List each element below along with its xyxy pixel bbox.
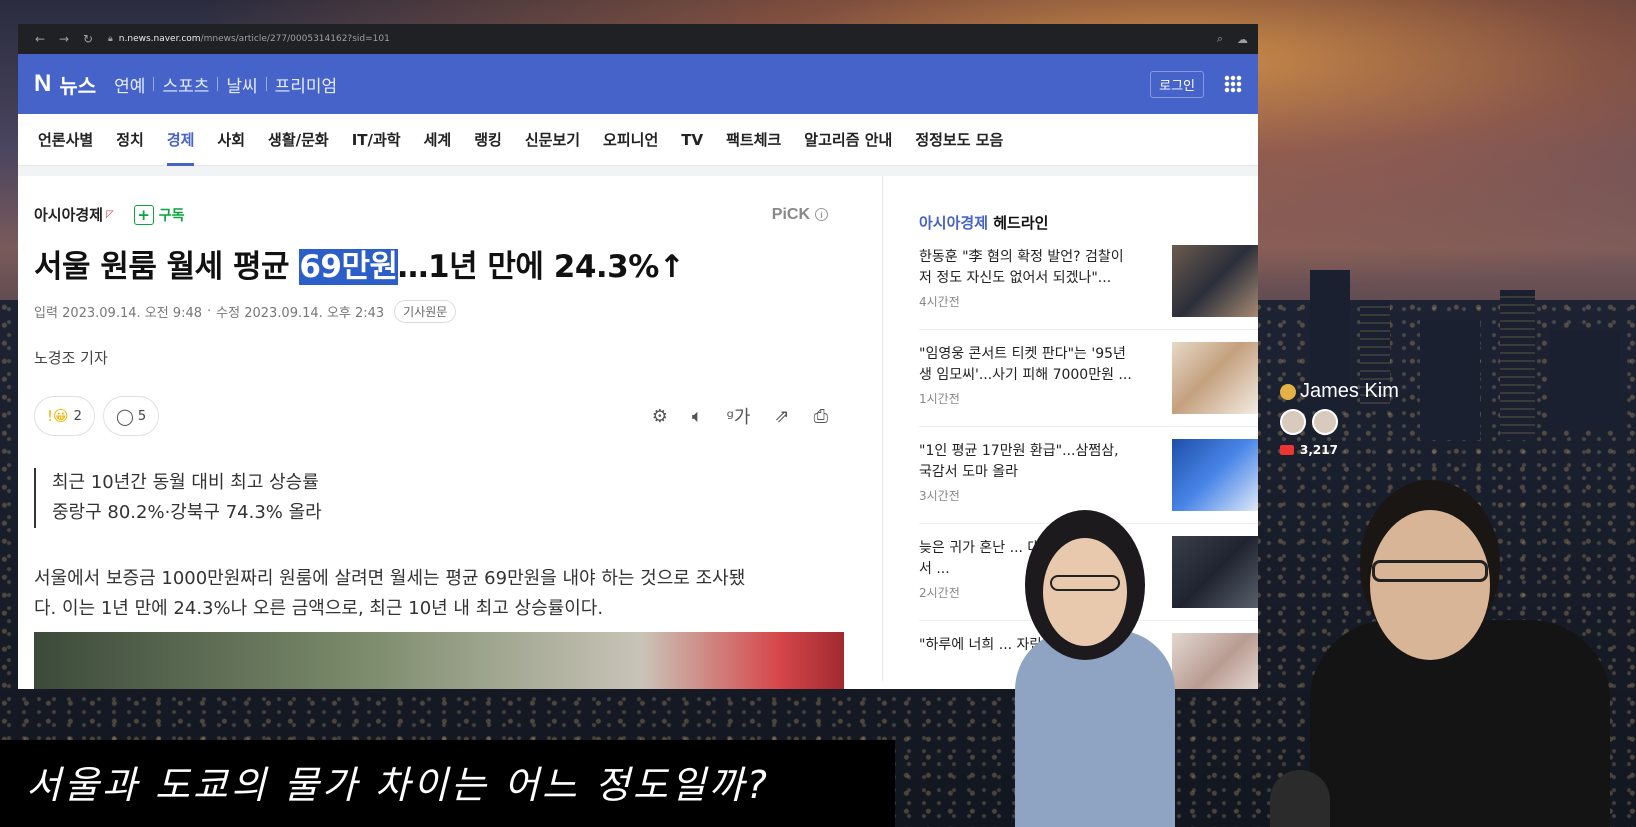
share-icon[interactable]: ⇗ xyxy=(775,406,790,427)
top-menu-sports[interactable]: 스포츠 xyxy=(162,72,209,97)
thumbnail[interactable] xyxy=(1172,342,1258,414)
article-headline: 서울 원룸 월세 평균 69만원…1년 만에 24.3%↑ xyxy=(34,249,685,285)
article-summary: 최근 10년간 동월 대비 최고 상승률 중랑구 80.2%·강북구 74.3%… xyxy=(34,468,866,528)
article-body: 서울에서 보증금 1000만원짜리 원룸에 살려면 월세는 평균 69만원을 내… xyxy=(34,568,746,619)
top-menu-premium[interactable]: 프리미엄 xyxy=(275,72,338,97)
address-bar[interactable]: ← → ↻ 🔒︎ n.news.naver.com/mnews/article/… xyxy=(18,24,1258,54)
reload-icon[interactable]: ↻ xyxy=(76,32,100,46)
top-menu: 연예 스포츠 날씨 프리미엄 xyxy=(114,72,337,97)
speaker-icon[interactable]: 🔈︎ xyxy=(692,406,703,427)
info-icon[interactable]: i xyxy=(815,208,828,221)
microphone xyxy=(1270,770,1330,827)
lock-icon: 🔒︎ xyxy=(108,34,113,44)
tab-politics[interactable]: 정치 xyxy=(116,129,144,150)
selected-text: 69만원 xyxy=(299,249,398,285)
article-meta: 입력 2023.09.14. 오전 9:48 · 수정 2023.09.14. … xyxy=(34,300,866,323)
press-name[interactable]: 아시아경제 xyxy=(34,204,103,225)
print-icon[interactable]: ⎙ xyxy=(814,406,828,427)
naver-header: N 뉴스 연예 스포츠 날씨 프리미엄 로그인 xyxy=(18,54,1258,114)
article-photo xyxy=(34,632,844,689)
apps-grid-icon[interactable] xyxy=(1224,75,1242,93)
plus-icon: + xyxy=(133,204,154,225)
article-tools: ⚙ 🔈︎ ᵍ가 ⇗ ⎙ xyxy=(628,403,828,429)
tab-tv[interactable]: TV xyxy=(681,131,703,149)
press-flag-icon: ◸ xyxy=(106,209,114,220)
tab-newspaper[interactable]: 신문보기 xyxy=(525,129,580,150)
font-size-icon[interactable]: ᵍ가 xyxy=(727,403,751,429)
crown-icon xyxy=(1280,383,1296,400)
article: 아시아경제 ◸ + 구독 PiCK i 서울 원룸 월세 평균 69만원…1년 … xyxy=(18,176,883,689)
thumbnail[interactable] xyxy=(1172,439,1258,511)
original-article-button[interactable]: 기사원문 xyxy=(394,300,457,323)
tab-factcheck[interactable]: 팩트체크 xyxy=(726,129,781,150)
cloud-icon[interactable]: ☁ xyxy=(1237,33,1248,46)
tab-algorithm[interactable]: 알고리즘 안내 xyxy=(804,129,892,150)
zoom-icon[interactable]: ⌕ xyxy=(1217,32,1223,46)
comment-button[interactable]: ◯ 5 xyxy=(102,396,160,436)
video-subtitle: 서울과 도쿄의 물가 차이는 어느 정도일까? xyxy=(26,763,770,807)
edit-date: 2023.09.14. 오후 2:43 xyxy=(244,306,385,321)
avatar xyxy=(1280,409,1306,435)
forward-icon[interactable]: → xyxy=(52,32,76,46)
subscribe-button[interactable]: + 구독 xyxy=(133,204,184,225)
top-menu-entertainment[interactable]: 연예 xyxy=(114,72,145,97)
naver-logo[interactable]: N xyxy=(34,70,51,98)
back-icon[interactable]: ← xyxy=(28,32,52,46)
category-nav: 언론사별 정치 경제 사회 생활/문화 IT/과학 세계 랭킹 신문보기 오피니… xyxy=(18,114,1258,166)
avatar-group xyxy=(1280,409,1399,435)
thumbnail[interactable] xyxy=(1172,245,1258,317)
emoji-reaction-icon: !😀 xyxy=(47,407,69,425)
top-menu-weather[interactable]: 날씨 xyxy=(226,72,257,97)
login-button[interactable]: 로그인 xyxy=(1150,70,1204,98)
tab-life-culture[interactable]: 생활/문화 xyxy=(268,129,329,150)
avatar xyxy=(1312,409,1338,435)
tab-economy[interactable]: 경제 xyxy=(166,129,194,166)
stream-overlay: James Kim 3,217 xyxy=(1280,380,1399,457)
list-item[interactable]: 한동훈 "李 혐의 확정 발언? 검찰이 저 정도 자신도 없어서 되겠나"..… xyxy=(919,233,1258,330)
tab-corrections[interactable]: 정정보도 모음 xyxy=(915,129,1003,150)
tab-press[interactable]: 언론사별 xyxy=(38,129,93,150)
news-logo[interactable]: 뉴스 xyxy=(59,70,96,99)
reaction-button[interactable]: !😀 2 xyxy=(34,396,95,436)
tab-opinion[interactable]: 오피니언 xyxy=(603,129,658,150)
reporter-name[interactable]: 노경조 기자 xyxy=(34,347,866,368)
pick-badge: PiCK i xyxy=(772,206,828,224)
tab-ranking[interactable]: 랭킹 xyxy=(474,129,502,150)
comment-icon: ◯ xyxy=(115,406,134,426)
input-date: 2023.09.14. 오전 9:48 xyxy=(62,306,203,321)
view-count: 3,217 xyxy=(1280,443,1399,457)
streamer-name: James Kim xyxy=(1280,380,1399,403)
sidebar-title: 아시아경제 헤드라인 xyxy=(919,214,1049,232)
tab-world[interactable]: 세계 xyxy=(424,129,452,150)
presenter-woman xyxy=(955,510,1215,827)
url-text[interactable]: n.news.naver.com/mnews/article/277/00053… xyxy=(119,34,1203,44)
youtube-icon xyxy=(1280,445,1294,455)
presenter-man xyxy=(1300,480,1636,827)
tab-it-science[interactable]: IT/과학 xyxy=(352,129,401,150)
list-item[interactable]: "임영웅 콘서트 티켓 판다"는 '95년생 임모씨'...사기 피해 7000… xyxy=(919,330,1258,427)
robot-summary-icon[interactable]: ⚙ xyxy=(652,406,668,427)
tab-society[interactable]: 사회 xyxy=(217,129,245,150)
